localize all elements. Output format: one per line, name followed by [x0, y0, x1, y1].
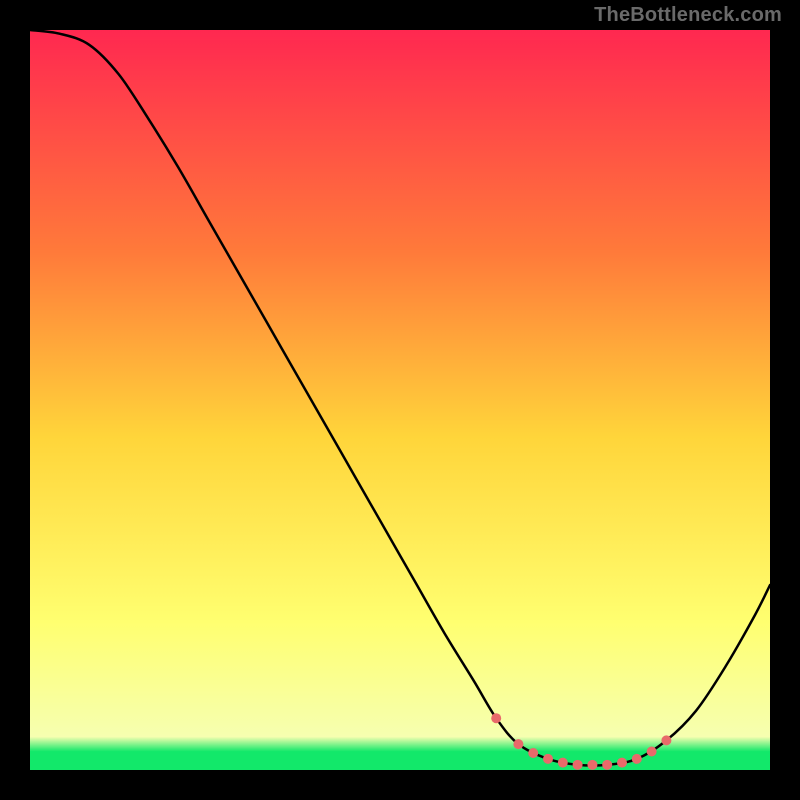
- highlight-dot: [528, 748, 538, 758]
- chart-svg: [30, 30, 770, 770]
- highlight-dot: [513, 739, 523, 749]
- highlight-dot: [573, 760, 583, 770]
- chart-plot-area: [30, 30, 770, 770]
- highlight-dot: [632, 754, 642, 764]
- watermark-text: TheBottleneck.com: [594, 4, 782, 27]
- gradient-background: [30, 30, 770, 770]
- highlight-dot: [491, 713, 501, 723]
- highlight-dot: [587, 760, 597, 770]
- highlight-dot: [558, 758, 568, 768]
- highlight-dot: [602, 760, 612, 770]
- chart-stage: TheBottleneck.com: [0, 0, 800, 800]
- highlight-dot: [661, 735, 671, 745]
- highlight-dot: [543, 754, 553, 764]
- highlight-dot: [617, 758, 627, 768]
- highlight-dot: [647, 747, 657, 757]
